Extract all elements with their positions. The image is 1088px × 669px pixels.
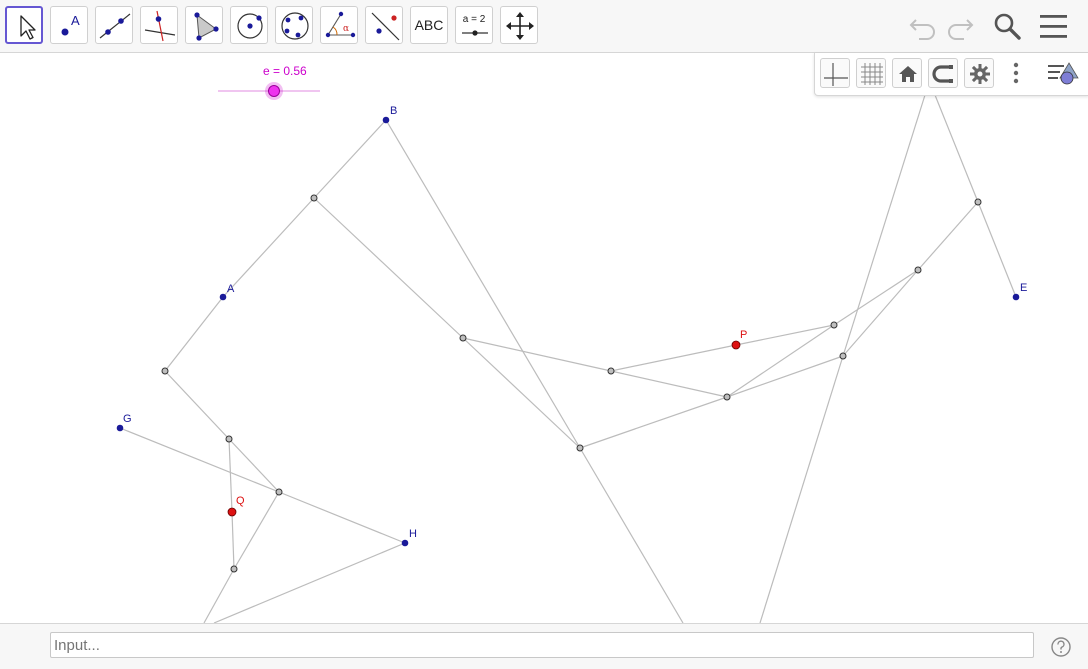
point-a[interactable] [219, 293, 227, 301]
redo-button[interactable] [942, 8, 978, 44]
slider-label: e = 0.56 [263, 64, 307, 78]
point-tool-label: A [71, 13, 80, 28]
graphics-style-panel [814, 53, 1088, 96]
angle-tool-label: α [343, 24, 349, 34]
point-p[interactable] [731, 340, 741, 350]
help-icon [1051, 637, 1071, 657]
algebra-input[interactable] [50, 632, 1034, 658]
point-e-label: E [1020, 282, 1027, 294]
redo-icon [948, 19, 974, 40]
undo-icon [909, 19, 935, 40]
point-icon: A [61, 13, 80, 36]
point-h-label: H [409, 528, 417, 540]
move-arrows-icon [506, 12, 534, 40]
graphics-view[interactable]: e = 0.56 B A G H E P Q [0, 53, 1088, 623]
polygon-icon [194, 12, 219, 41]
intermediate-points [161, 194, 982, 573]
search-button[interactable] [988, 8, 1024, 44]
style-bar-toggle-button[interactable] [1045, 58, 1081, 88]
angle-icon: α [325, 11, 356, 38]
perpendicular-line-icon [144, 10, 176, 42]
more-options-button[interactable] [1006, 58, 1026, 88]
point-capture-button[interactable] [928, 58, 958, 88]
circle-tool-button[interactable] [230, 6, 268, 44]
point-b[interactable] [382, 116, 390, 124]
help-button[interactable] [1050, 636, 1072, 658]
point-capture-icon [932, 65, 953, 83]
slider-e[interactable]: e = 0.56 [218, 64, 320, 100]
settings-button[interactable] [964, 58, 994, 88]
reflect-tool-button[interactable] [365, 6, 403, 44]
point-q-label: Q [236, 495, 245, 507]
input-bar [0, 623, 1088, 669]
perpendicular-line-tool-button[interactable] [140, 6, 178, 44]
home-icon [899, 66, 917, 82]
construction-segments [119, 94, 1017, 623]
slider-icon [462, 30, 488, 36]
conic-tool-button[interactable] [275, 6, 313, 44]
point-p-label: P [740, 329, 747, 341]
reflect-icon [371, 12, 400, 41]
polygon-tool-button[interactable] [185, 6, 223, 44]
free-points[interactable]: B A G H E P Q [116, 105, 1028, 547]
move-tool-button[interactable] [5, 6, 43, 44]
standard-view-button[interactable] [892, 58, 922, 88]
point-b-label: B [390, 105, 397, 117]
point-g-label: G [123, 413, 132, 425]
point-h[interactable] [401, 539, 409, 547]
axes-toggle-button[interactable] [820, 58, 850, 88]
move-graphics-view-tool-button[interactable] [500, 6, 538, 44]
menu-button[interactable] [1036, 8, 1072, 44]
grid-icon [861, 63, 883, 85]
axes-icon [824, 63, 848, 86]
more-icon [1013, 62, 1019, 84]
toolbar: A α ABC a = 2 [0, 0, 1088, 53]
point-q[interactable] [227, 507, 237, 517]
grid-toggle-button[interactable] [856, 58, 886, 88]
line-icon [99, 13, 131, 39]
point-e[interactable] [1012, 293, 1020, 301]
conic-icon [281, 12, 309, 40]
line-tool-button[interactable] [95, 6, 133, 44]
menu-icon [1040, 15, 1067, 38]
text-tool-button[interactable]: ABC [410, 6, 448, 44]
style-bar-toggle-icon [1048, 62, 1079, 85]
point-a-label: A [227, 283, 235, 295]
search-icon [994, 13, 1021, 40]
text-tool-label: ABC [414, 17, 444, 33]
undo-button[interactable] [905, 8, 941, 44]
circle-icon [237, 13, 263, 39]
slider-handle[interactable] [268, 85, 280, 97]
angle-tool-button[interactable]: α [320, 6, 358, 44]
point-tool-button[interactable]: A [50, 6, 88, 44]
settings-icon [970, 64, 990, 84]
point-g[interactable] [116, 424, 124, 432]
slider-tool-button[interactable]: a = 2 [455, 6, 493, 44]
cursor-arrow-icon [20, 15, 36, 40]
